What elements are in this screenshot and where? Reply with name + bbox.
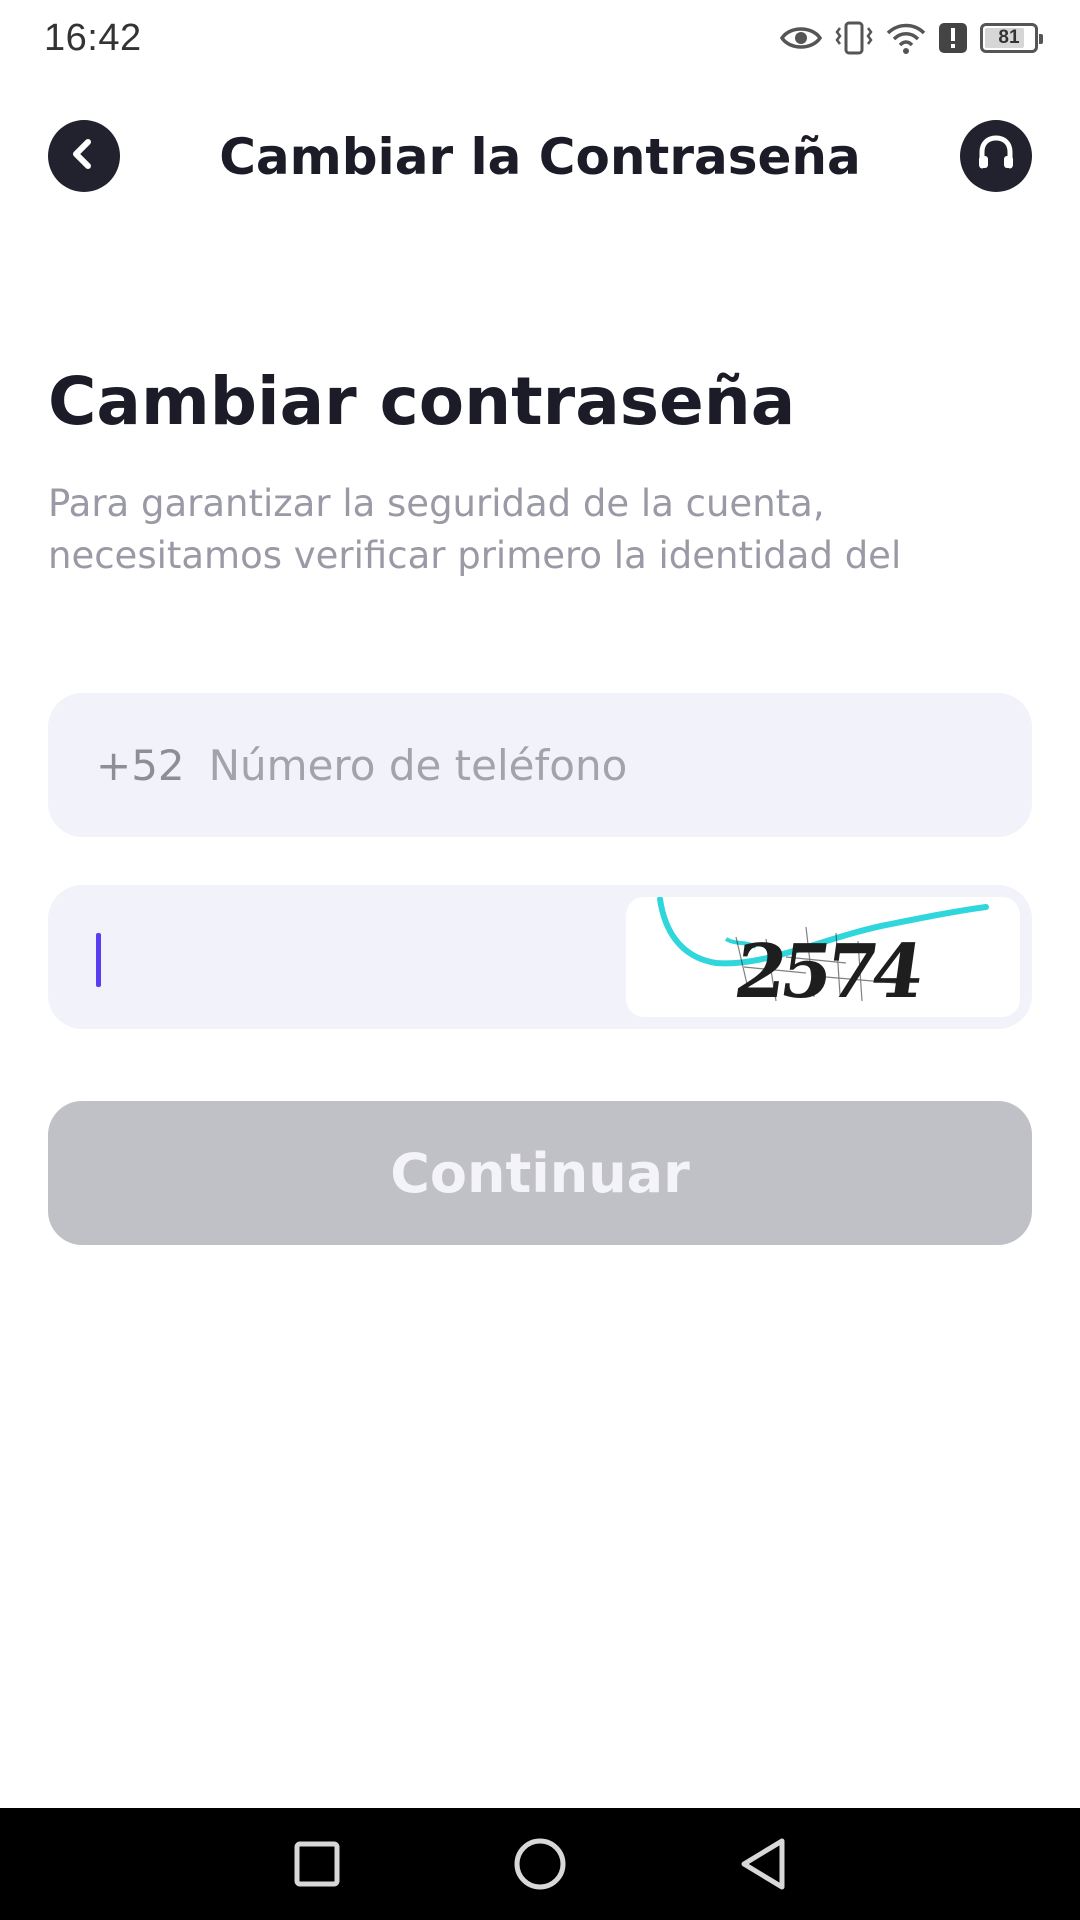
- page-title: Cambiar la Contraseña: [219, 128, 861, 186]
- section-heading: Cambiar contraseña: [48, 363, 796, 440]
- back-triangle-icon[interactable]: [738, 1836, 788, 1892]
- support-button[interactable]: [960, 120, 1032, 192]
- status-icons: 81: [780, 20, 1043, 56]
- text-cursor: [96, 933, 101, 987]
- captcha-graphic: 2574: [657, 897, 989, 1015]
- status-time: 16:42: [44, 16, 142, 59]
- captcha-field[interactable]: 2574: [48, 885, 1032, 1029]
- alert-icon: [938, 22, 968, 54]
- continue-button[interactable]: Continuar: [48, 1101, 1032, 1245]
- change-password-screen: 16:42 81 Cambiar la Contraseña Cambiar c…: [0, 0, 1080, 1920]
- section-description: Para garantizar la seguridad de la cuent…: [48, 482, 902, 577]
- headset-icon: [974, 132, 1018, 180]
- phone-field[interactable]: +52 Número de teléfono: [48, 693, 1032, 837]
- header: Cambiar la Contraseña: [0, 120, 1080, 194]
- captcha-image[interactable]: 2574: [626, 897, 1020, 1017]
- captcha-text: 2574: [729, 927, 927, 1015]
- battery-percent: 81: [998, 27, 1020, 48]
- eye-icon: [780, 23, 822, 53]
- home-circle-icon[interactable]: [512, 1836, 568, 1892]
- recents-square-icon[interactable]: [292, 1839, 342, 1889]
- status-bar: 16:42 81: [0, 0, 1080, 76]
- vibrate-icon: [834, 20, 874, 56]
- battery-icon: 81: [980, 23, 1043, 53]
- phone-input[interactable]: Número de teléfono: [209, 741, 628, 790]
- wifi-icon: [886, 21, 926, 55]
- system-nav-bar: [0, 1808, 1080, 1920]
- country-code-selector[interactable]: +52: [96, 741, 185, 790]
